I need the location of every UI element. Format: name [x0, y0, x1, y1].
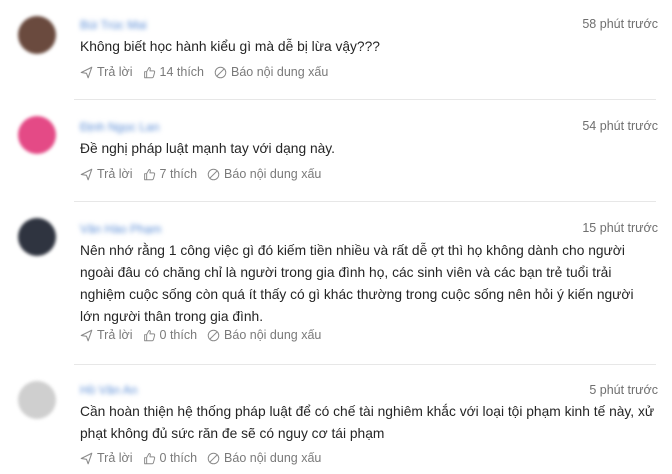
report-flag-icon [214, 66, 227, 78]
reply-arrow-icon [80, 452, 93, 464]
comment-item: Bùi Trúc Mai 58 phút trước Không biết họ… [0, 0, 672, 100]
like-button[interactable]: 0 thích [143, 328, 198, 342]
report-label: Báo nội dung xấu [224, 328, 322, 342]
thumbs-up-icon [143, 168, 155, 180]
comment-time: 54 phút trước [582, 119, 658, 133]
reply-button[interactable]: Trả lời [80, 65, 133, 79]
thumbs-up-icon [143, 329, 155, 341]
comment-item: Hồ Văn An 5 phút trước Cần hoàn thiện hệ… [0, 365, 672, 474]
comment-author[interactable]: Bùi Trúc Mai [80, 18, 147, 32]
comment-author[interactable]: Định Ngọc Lan [80, 120, 159, 134]
reply-button[interactable]: Trả lời [80, 451, 133, 465]
report-button[interactable]: Báo nội dung xấu [214, 65, 328, 79]
report-label: Báo nội dung xấu [224, 451, 322, 465]
like-count: 0 thích [159, 451, 198, 465]
comment-text-line: Cần hoàn thiện hệ thống pháp luật để có … [80, 404, 655, 419]
comment-item: Định Ngọc Lan 54 phút trước Đề nghị pháp… [0, 100, 672, 202]
reply-arrow-icon [80, 168, 93, 180]
report-button[interactable]: Báo nội dung xấu [207, 451, 321, 465]
comment-actions: Trả lời 0 thích Báo nội dung xấu [80, 326, 321, 344]
like-button[interactable]: 14 thích [143, 65, 204, 79]
comment-text-line: phạt không đủ sức răn đe sẽ có nguy cơ t… [80, 426, 385, 441]
avatar[interactable] [18, 16, 56, 54]
comment-actions: Trả lời 0 thích Báo nội dung xấu [80, 449, 321, 467]
comment-text-line: nghiệm cuộc sống còn quá ít thấy có gì k… [80, 287, 634, 302]
comment-time: 5 phút trước [589, 383, 658, 397]
reply-button[interactable]: Trả lời [80, 328, 133, 342]
comment-text: Đề nghị pháp luật mạnh tay với dạng này. [80, 138, 666, 160]
comment-text: Cần hoàn thiện hệ thống pháp luật để có … [80, 401, 666, 445]
comment-item: Văn Hào Phạm 15 phút trước Nên nhớ rằng … [0, 202, 672, 364]
comment-time: 15 phút trước [582, 221, 658, 235]
avatar[interactable] [18, 116, 56, 154]
comment-text-line: Nên nhớ rằng 1 công việc gì đó kiếm tiền… [80, 243, 625, 258]
comment-author[interactable]: Hồ Văn An [80, 383, 137, 397]
report-flag-icon [207, 329, 220, 341]
report-label: Báo nội dung xấu [224, 167, 322, 181]
comment-time: 58 phút trước [582, 17, 658, 31]
reply-label: Trả lời [97, 65, 133, 79]
comment-text-line: lớn người thân trong gia đình. [80, 309, 264, 324]
comment-text: Không biết học hành kiểu gì mà dễ bị lừa… [80, 36, 666, 58]
comment-actions: Trả lời 7 thích Báo nội dung xấu [80, 165, 321, 183]
comment-actions: Trả lời 14 thích Báo nội dung xấu [80, 63, 328, 81]
reply-arrow-icon [80, 329, 93, 341]
report-label: Báo nội dung xấu [231, 65, 329, 79]
like-count: 7 thích [159, 167, 198, 181]
like-count: 14 thích [159, 65, 204, 79]
report-flag-icon [207, 452, 220, 464]
like-button[interactable]: 7 thích [143, 167, 198, 181]
like-button[interactable]: 0 thích [143, 451, 198, 465]
avatar[interactable] [18, 381, 56, 419]
reply-button[interactable]: Trả lời [80, 167, 133, 181]
reply-label: Trả lời [97, 328, 133, 342]
comment-author[interactable]: Văn Hào Phạm [80, 222, 161, 236]
comment-text-line: Không biết học hành kiểu gì mà dễ bị lừa… [80, 39, 380, 54]
comment-list: Bùi Trúc Mai 58 phút trước Không biết họ… [0, 0, 672, 474]
like-count: 0 thích [159, 328, 198, 342]
avatar[interactable] [18, 218, 56, 256]
comment-text-line: ngoài đâu có chăng chỉ là người trong gi… [80, 265, 612, 280]
thumbs-up-icon [143, 66, 155, 78]
report-flag-icon [207, 168, 220, 180]
reply-arrow-icon [80, 66, 93, 78]
report-button[interactable]: Báo nội dung xấu [207, 328, 321, 342]
thumbs-up-icon [143, 452, 155, 464]
reply-label: Trả lời [97, 451, 133, 465]
report-button[interactable]: Báo nội dung xấu [207, 167, 321, 181]
comment-text: Nên nhớ rằng 1 công việc gì đó kiếm tiền… [80, 240, 666, 328]
comment-text-line: Đề nghị pháp luật mạnh tay với dạng này. [80, 141, 335, 156]
reply-label: Trả lời [97, 167, 133, 181]
